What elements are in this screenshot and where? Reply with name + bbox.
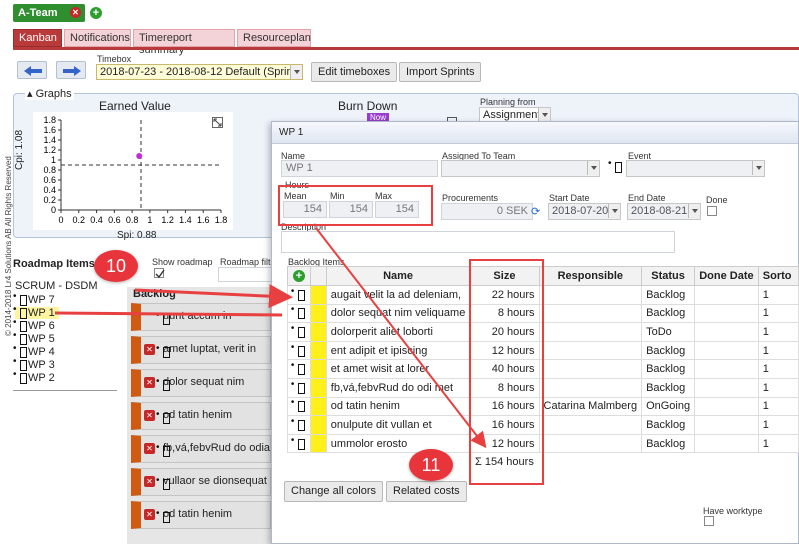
callout-10: 10 [94,250,138,282]
arrow-from-wp1 [54,311,283,317]
arrow-hours-to-total [315,227,487,449]
arrow-to-table [134,284,293,309]
callout-11: 11 [409,449,453,481]
